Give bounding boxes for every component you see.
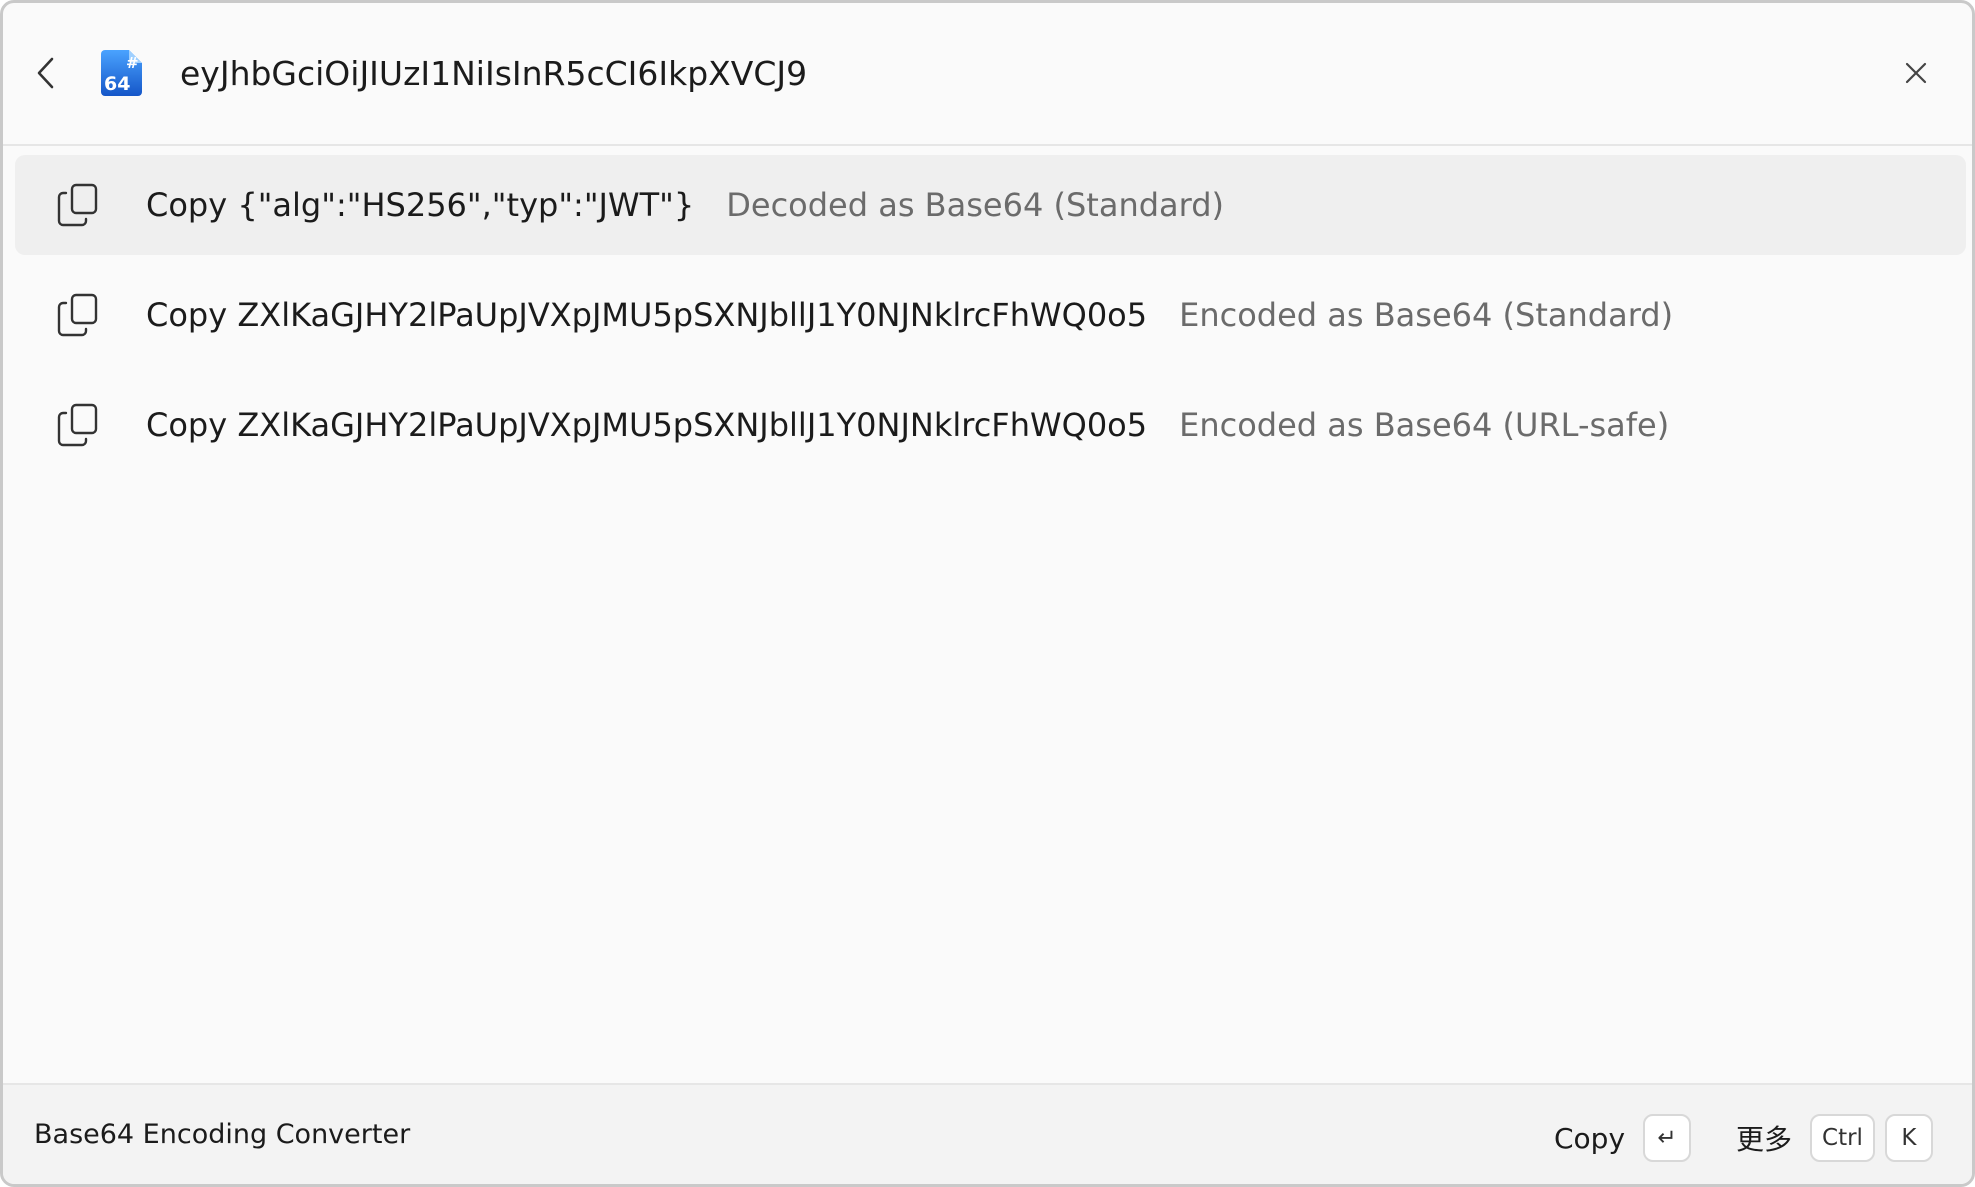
more-actions-label: 更多 (1736, 1123, 1793, 1156)
chevron-left-icon (37, 57, 54, 89)
result-title: Copy ZXlKaGJHY2lPaUpJVXpJMU5pSXNJbllJ1Y0… (146, 296, 1148, 334)
results-list: Copy {"alg":"HS256","typ":"JWT"} Decoded… (15, 155, 1966, 485)
result-item-encoded-standard[interactable]: Copy ZXlKaGJHY2lPaUpJVXpJMU5pSXNJbllJ1Y0… (15, 265, 1966, 365)
base64-app-icon: # 64 (96, 48, 146, 98)
result-title: Copy {"alg":"HS256","typ":"JWT"} (146, 186, 695, 224)
ctrl-key-hint: Ctrl (1810, 1114, 1875, 1162)
launcher-window: # 64 Copy {"alg":"HS256","typ":"JWT"} De… (0, 0, 1975, 1187)
result-item-decoded-standard[interactable]: Copy {"alg":"HS256","typ":"JWT"} Decoded… (15, 155, 1966, 255)
close-icon (1905, 62, 1927, 84)
copy-icon (57, 293, 98, 337)
search-header: # 64 (3, 3, 1972, 146)
enter-key-hint: ↵ (1643, 1114, 1692, 1162)
close-button[interactable] (1894, 51, 1938, 95)
copy-icon (57, 183, 98, 227)
k-key-hint: K (1884, 1114, 1933, 1162)
footer-bar: Base64 Encoding Converter Copy ↵ 更多 Ctrl… (3, 1083, 1972, 1184)
svg-text:#: # (126, 54, 139, 72)
search-input[interactable] (180, 43, 1680, 103)
result-title: Copy ZXlKaGJHY2lPaUpJVXpJMU5pSXNJbllJ1Y0… (146, 406, 1148, 444)
more-actions-button[interactable]: 更多 Ctrl K (1736, 1113, 1933, 1163)
copy-action-label: Copy (1554, 1121, 1626, 1155)
svg-text:64: 64 (104, 73, 130, 95)
copy-action-button[interactable]: Copy ↵ (1554, 1113, 1692, 1163)
copy-icon (57, 403, 98, 447)
extension-title: Base64 Encoding Converter (34, 1119, 411, 1150)
back-button[interactable] (25, 49, 67, 97)
result-item-encoded-url-safe[interactable]: Copy ZXlKaGJHY2lPaUpJVXpJMU5pSXNJbllJ1Y0… (15, 375, 1966, 475)
result-subtitle: Encoded as Base64 (Standard) (1179, 296, 1674, 334)
result-subtitle: Decoded as Base64 (Standard) (726, 186, 1225, 224)
result-subtitle: Encoded as Base64 (URL-safe) (1179, 406, 1670, 444)
